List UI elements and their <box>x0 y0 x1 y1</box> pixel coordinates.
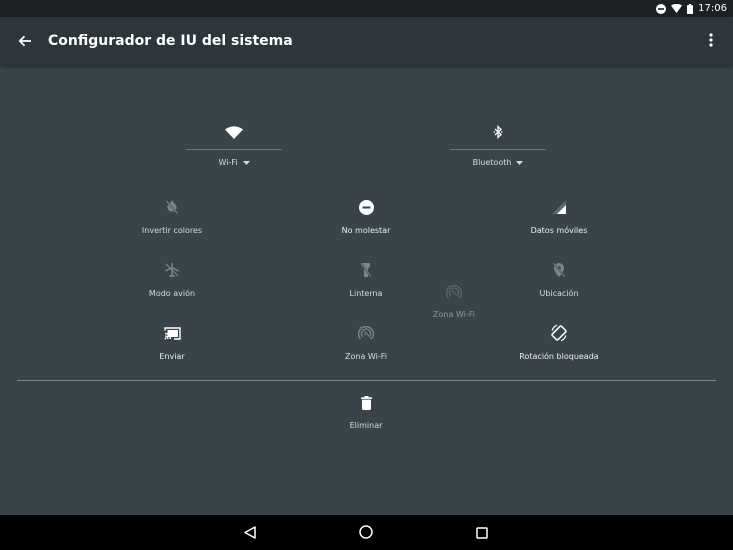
tile-label: Invertir colores <box>141 226 203 235</box>
tile-label: Bluetooth <box>472 158 512 167</box>
tile-label: Ubicación <box>539 289 579 298</box>
delete-icon <box>356 393 376 413</box>
wifi-dropdown[interactable]: Wi-Fi <box>218 158 250 167</box>
tile-label: Datos móviles <box>530 226 588 235</box>
tile-label: Modo avión <box>148 289 196 298</box>
tile-divider <box>186 149 282 150</box>
tile-label: Linterna <box>349 289 383 298</box>
nav-recents-icon <box>476 524 488 543</box>
tile-wifi[interactable]: Wi-Fi <box>186 120 282 180</box>
flashlight-off-icon <box>356 260 376 280</box>
hotspot-icon <box>356 323 376 343</box>
app-toolbar: Configurador de IU del sistema <box>0 17 733 65</box>
arrow-back-icon <box>18 32 32 51</box>
back-button[interactable] <box>12 29 38 53</box>
tile-label: Zona Wi-Fi <box>345 352 387 361</box>
tile-cast[interactable]: Enviar <box>102 323 242 373</box>
screen-rotation-icon <box>549 323 569 343</box>
hotspot-icon <box>444 282 464 302</box>
dropdown-arrow-icon <box>516 158 524 167</box>
wifi-status-icon <box>671 4 683 13</box>
tile-label: Wi-Fi <box>218 158 238 167</box>
remove-drop-zone[interactable]: Eliminar <box>316 393 416 433</box>
tile-label: No molestar <box>341 226 391 235</box>
navigation-bar <box>0 515 733 550</box>
do-not-disturb-icon <box>356 197 376 217</box>
tile-rotation-lock[interactable]: Rotación bloqueada <box>489 323 629 373</box>
cast-icon <box>162 323 182 343</box>
bluetooth-icon <box>488 122 508 142</box>
more-vert-icon <box>709 32 713 51</box>
bluetooth-dropdown[interactable]: Bluetooth <box>473 158 524 167</box>
battery-status-icon <box>687 3 694 14</box>
tile-divider <box>450 149 546 150</box>
tile-label: Enviar <box>159 352 185 361</box>
section-divider <box>17 380 716 381</box>
invert-colors-off-icon <box>162 197 182 217</box>
page-title: Configurador de IU del sistema <box>48 33 293 49</box>
tile-do-not-disturb[interactable]: No molestar <box>296 197 436 247</box>
tile-airplane-mode[interactable]: Modo avión <box>102 260 242 310</box>
nav-recents-button[interactable] <box>471 523 493 543</box>
tile-bluetooth[interactable]: Bluetooth <box>450 120 546 180</box>
nav-home-button[interactable] <box>355 523 377 543</box>
tile-label: Zona Wi-Fi <box>433 310 475 319</box>
nav-back-button[interactable] <box>239 523 261 543</box>
status-bar: 17:06 <box>0 0 733 17</box>
tile-location[interactable]: Ubicación <box>489 260 629 310</box>
remove-label: Eliminar <box>349 421 383 430</box>
nav-home-icon <box>359 524 373 543</box>
dragging-tile-hotspot[interactable]: Zona Wi-Fi <box>414 282 494 324</box>
cellular-signal-icon <box>549 197 569 217</box>
status-time: 17:06 <box>698 3 727 14</box>
tile-mobile-data[interactable]: Datos móviles <box>489 197 629 247</box>
wifi-icon <box>224 122 244 142</box>
nav-back-icon <box>244 524 256 543</box>
do-not-disturb-status-icon <box>656 3 667 14</box>
overflow-menu-button[interactable] <box>701 31 721 51</box>
location-off-icon <box>549 260 569 280</box>
tile-invert-colors[interactable]: Invertir colores <box>102 197 242 247</box>
dropdown-arrow-icon <box>242 158 250 167</box>
airplane-mode-off-icon <box>162 260 182 280</box>
tile-label: Rotación bloqueada <box>519 352 599 361</box>
tile-hotspot[interactable]: Zona Wi-Fi <box>296 323 436 373</box>
